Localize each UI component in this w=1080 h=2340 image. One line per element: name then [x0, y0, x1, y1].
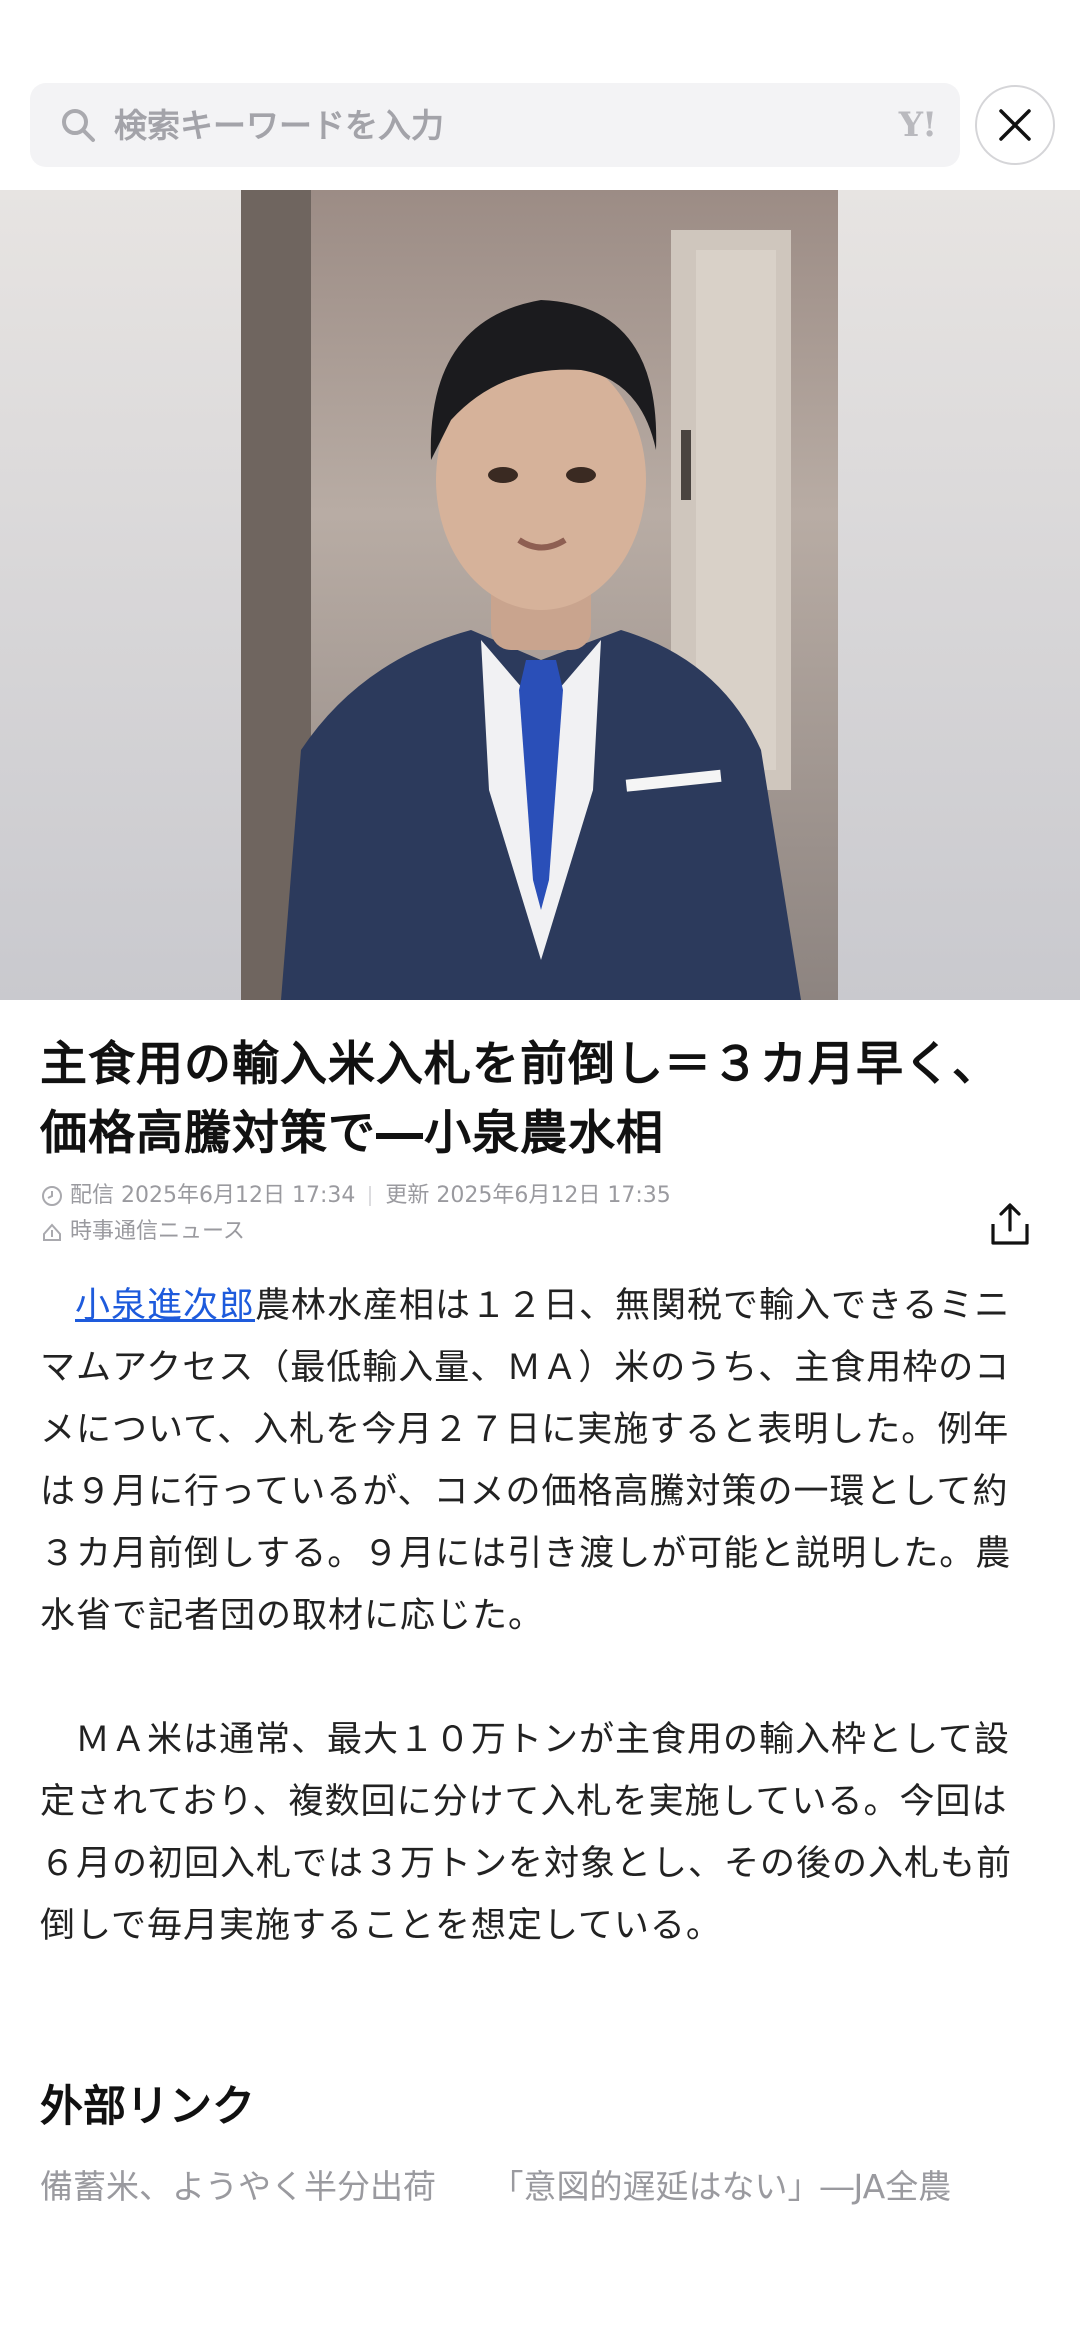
search-bar[interactable]: Y!: [30, 83, 960, 167]
article-body: 小泉進次郎農林水産相は１２日、無関税で輸入できるミニマムアクセス（最低輸入量、Ｍ…: [40, 1275, 1040, 1957]
share-icon[interactable]: [985, 1200, 1035, 1250]
search-icon: [62, 109, 95, 142]
close-icon: [999, 109, 1031, 141]
yahoo-logo: Y!: [898, 105, 937, 145]
source-row[interactable]: 時事通信ニュース: [40, 1214, 940, 1250]
header-bar: Y!: [0, 0, 1080, 190]
paragraph-1: 小泉進次郎農林水産相は１２日、無関税で輸入できるミニマムアクセス（最低輸入量、Ｍ…: [40, 1275, 1040, 1647]
external-links-heading: 外部リンク: [40, 2082, 255, 2132]
date-row: 配信 2025年6月12日 17:34 更新 2025年6月12日 17:35: [40, 1178, 940, 1214]
close-button[interactable]: [975, 85, 1055, 165]
external-link[interactable]: 「意図的遅延はない」―JA全農: [491, 2160, 952, 2208]
updated-date: 更新 2025年6月12日 17:35: [385, 1183, 671, 1208]
clock-icon: [42, 1186, 62, 1206]
search-input[interactable]: [112, 104, 899, 146]
article-photo-container[interactable]: [0, 190, 1080, 1000]
paragraph-1-text: 農林水産相は１２日、無関税で輸入できるミニマムアクセス（最低輸入量、ＭＡ）米のう…: [40, 1286, 1012, 1636]
external-links-list: 備蓄米、ようやく半分出荷 「意図的遅延はない」―JA全農: [40, 2160, 995, 2208]
article-meta: 配信 2025年6月12日 17:34 更新 2025年6月12日 17:35 …: [40, 1178, 940, 1250]
person-link[interactable]: 小泉進次郎: [75, 1286, 255, 1326]
published-date: 配信 2025年6月12日 17:34: [70, 1183, 356, 1208]
paragraph-2: ＭＡ米は通常、最大１０万トンが主食用の輸入枠として設定されており、複数回に分けて…: [40, 1720, 1013, 1946]
external-link[interactable]: 備蓄米、ようやく半分出荷: [40, 2160, 436, 2208]
source-icon: [43, 1223, 61, 1241]
source-name[interactable]: 時事通信ニュース: [70, 1214, 245, 1250]
article-title: 主食用の輸入米入札を前倒し＝３カ月早く、価格高騰対策で―小泉農水相: [40, 1037, 1000, 1161]
article-photo[interactable]: [241, 190, 838, 1000]
meta-divider: [369, 1186, 372, 1206]
